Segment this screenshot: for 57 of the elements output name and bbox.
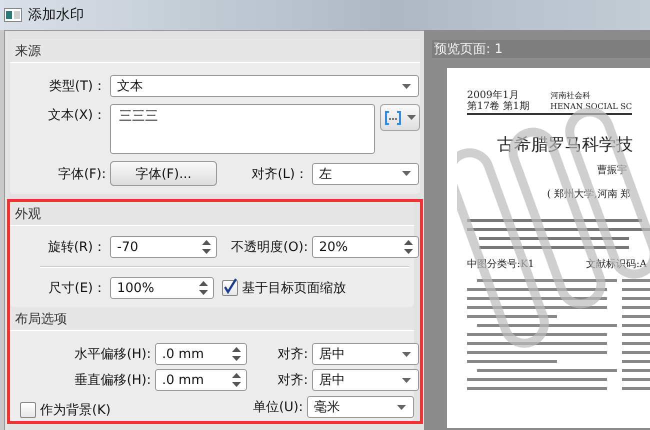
insert-field-button[interactable] bbox=[380, 104, 420, 131]
journal-header: 2009年1月 bbox=[467, 90, 520, 101]
spin-box[interactable]: .0 mm bbox=[155, 369, 247, 391]
group-header: 外观 bbox=[10, 202, 414, 226]
dropdown[interactable]: 居中 bbox=[312, 369, 419, 391]
window-icon bbox=[4, 8, 22, 22]
field-label: 对齐: bbox=[276, 372, 309, 389]
dropdown[interactable]: 左 bbox=[312, 162, 419, 184]
journal-header: 第17卷 第1期 bbox=[467, 101, 530, 112]
spin-box[interactable]: .0 mm bbox=[155, 343, 247, 365]
caret-icon bbox=[402, 171, 411, 176]
spin-box[interactable]: -70 bbox=[110, 236, 217, 258]
field-label: 旋转(R)： bbox=[46, 239, 107, 256]
journal-header: HENAN SOCIAL SC bbox=[550, 101, 632, 112]
checkbox[interactable] bbox=[222, 280, 238, 296]
preview-title: 预览页面: 1 bbox=[432, 40, 650, 58]
field-label: 单位(U): bbox=[252, 399, 304, 416]
field-label: 文本(X)： bbox=[46, 107, 107, 124]
document-code-text: 文献标识码:A bbox=[586, 258, 647, 271]
caret-icon bbox=[402, 84, 411, 88]
article-author: 曹振宇 bbox=[597, 164, 628, 177]
field-label: 对齐: bbox=[276, 346, 309, 363]
caret-icon bbox=[406, 115, 416, 120]
spin-box[interactable]: 20% bbox=[312, 236, 419, 258]
field-label: 尺寸(E)： bbox=[48, 280, 107, 297]
group-header: 来源 bbox=[10, 39, 420, 63]
checkbox[interactable] bbox=[20, 402, 36, 418]
field-label: 垂直偏移(H): bbox=[74, 372, 152, 389]
checkbox-label: 基于目标页面缩放 bbox=[242, 280, 346, 297]
field-label: 类型(T)： bbox=[48, 78, 107, 95]
spin-arrows-icon bbox=[199, 281, 208, 295]
field-label: 水平偏移(H): bbox=[74, 346, 152, 363]
spin-arrows-icon bbox=[232, 373, 241, 387]
dropdown[interactable]: 毫米 bbox=[307, 396, 414, 418]
group-header: 布局选项 bbox=[10, 307, 414, 331]
spin-arrows-icon bbox=[202, 240, 211, 254]
checkmark-icon bbox=[223, 278, 237, 294]
spin-arrows-icon bbox=[404, 240, 413, 254]
font-button[interactable]: 字体(F)... bbox=[110, 161, 217, 186]
dropdown[interactable]: 居中 bbox=[312, 343, 419, 365]
caret-icon bbox=[402, 352, 411, 356]
article-affiliation: ( 郑州大学,河南 郑 bbox=[547, 188, 632, 201]
field-label: 不透明度(O): bbox=[230, 239, 309, 256]
field-label: 对齐(L)： bbox=[250, 166, 309, 182]
checkbox-label: 作为背景(K) bbox=[40, 402, 111, 419]
journal-header: 河南社会科 bbox=[550, 90, 592, 101]
article-title: 古希腊罗马科学技 bbox=[497, 134, 634, 156]
text-input[interactable]: 三三三 bbox=[110, 104, 376, 154]
field-label: 字体(F): bbox=[56, 166, 107, 182]
bracket-icon bbox=[384, 110, 401, 124]
dropdown[interactable]: 文本 bbox=[110, 75, 419, 97]
caret-icon bbox=[397, 404, 406, 410]
classification-text: 中图分类号:K1 bbox=[467, 258, 534, 271]
window-title: 添加水印 bbox=[28, 6, 84, 24]
caret-icon bbox=[402, 378, 411, 382]
spin-arrows-icon bbox=[232, 347, 241, 361]
spin-box[interactable]: 100% bbox=[110, 277, 214, 299]
